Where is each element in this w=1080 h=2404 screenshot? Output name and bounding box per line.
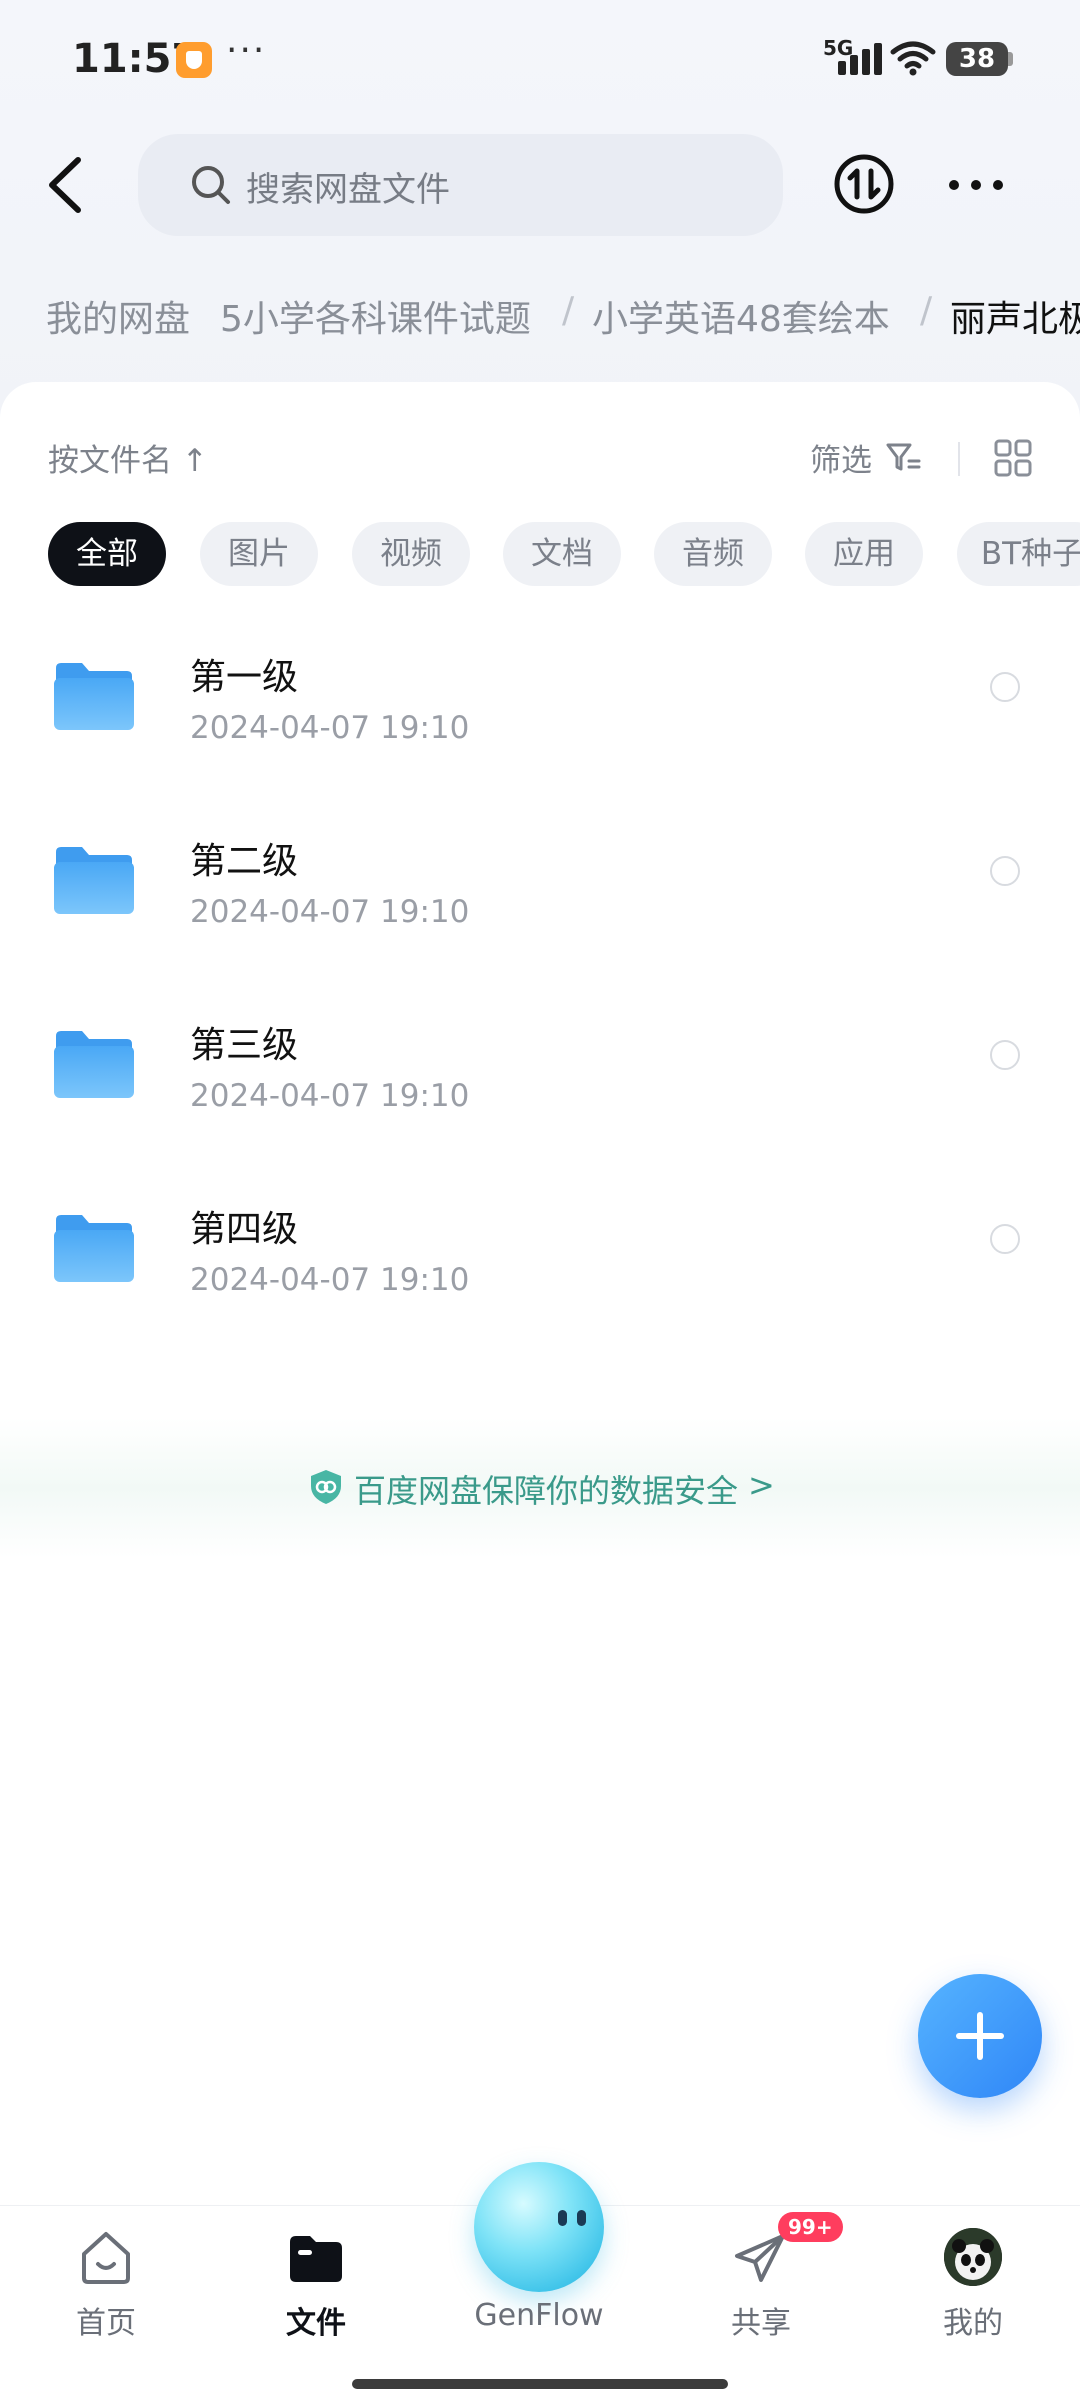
- filter-icon[interactable]: [885, 441, 921, 475]
- avatar[interactable]: [944, 2228, 1002, 2286]
- file-name: 第三级: [190, 1025, 299, 1066]
- search-bar[interactable]: 搜索网盘文件: [138, 134, 783, 236]
- more-notifications-icon: ···: [226, 30, 267, 71]
- battery-indicator: 38: [946, 42, 1008, 76]
- folder-icon: [290, 2236, 342, 2282]
- folder-icon: [54, 1215, 134, 1282]
- signal-bar-icon: [838, 61, 846, 75]
- select-radio[interactable]: [990, 1224, 1020, 1254]
- tab-label: 共享: [731, 2306, 791, 2341]
- battery-tip: [1008, 52, 1013, 66]
- more-options-icon[interactable]: [944, 165, 1008, 205]
- file-name: 第四级: [190, 1209, 299, 1250]
- chip-audio[interactable]: 音频: [654, 522, 772, 586]
- search-placeholder: 搜索网盘文件: [246, 170, 450, 210]
- breadcrumb-item-current: 丽声北极: [950, 299, 1080, 340]
- select-radio[interactable]: [990, 672, 1020, 702]
- chip-apps[interactable]: 应用: [805, 522, 923, 586]
- tab-label: GenFlow: [474, 2298, 604, 2333]
- tab-home[interactable]: 首页: [36, 2220, 176, 2360]
- tab-genflow[interactable]: GenFlow: [469, 2220, 609, 2360]
- file-row[interactable]: 第一级 2024-04-07 19:10: [0, 620, 1080, 804]
- chip-all[interactable]: 全部: [48, 522, 166, 586]
- home-indicator: [352, 2379, 728, 2389]
- file-name: 第二级: [190, 841, 299, 882]
- breadcrumb-item-root[interactable]: 我的网盘: [46, 290, 190, 342]
- notification-app-icon: [176, 42, 212, 78]
- breadcrumb: 我的网盘 5小学各科课件试题 / 小学英语48套绘本 / 丽声北极: [0, 290, 1080, 350]
- tab-label: 文件: [286, 2306, 346, 2341]
- share-count-badge: 99+: [778, 2212, 843, 2242]
- breadcrumb-separator: /: [920, 290, 933, 331]
- breadcrumb-separator: /: [562, 290, 575, 331]
- folder-icon: [54, 1031, 134, 1098]
- shield-icon: [311, 1470, 341, 1504]
- file-date: 2024-04-07 19:10: [190, 894, 470, 930]
- file-row[interactable]: 第三级 2024-04-07 19:10: [0, 988, 1080, 1172]
- signal-bar-icon: [850, 55, 858, 75]
- network-type: 5G: [823, 36, 854, 60]
- file-date: 2024-04-07 19:10: [190, 1078, 470, 1114]
- file-name: 第一级: [190, 657, 299, 698]
- home-icon: [82, 2232, 130, 2284]
- toolbar-divider: [958, 442, 960, 476]
- folder-icon: [54, 663, 134, 730]
- tab-files[interactable]: 文件: [246, 2220, 386, 2360]
- panda-avatar-icon: [944, 2228, 1002, 2286]
- file-row[interactable]: 第四级 2024-04-07 19:10: [0, 1172, 1080, 1356]
- wifi-icon: [890, 41, 936, 76]
- chevron-right-icon[interactable]: >: [748, 1466, 775, 1504]
- select-radio[interactable]: [990, 1040, 1020, 1070]
- select-radio[interactable]: [990, 856, 1020, 886]
- transfer-list-icon[interactable]: [833, 153, 895, 215]
- folder-icon: [54, 847, 134, 914]
- chip-videos[interactable]: 视频: [352, 522, 470, 586]
- add-button[interactable]: [918, 1974, 1042, 2098]
- chip-bt-seeds[interactable]: BT种子: [957, 522, 1080, 586]
- sort-by-name-button[interactable]: 按文件名 ↑: [48, 435, 208, 480]
- chip-documents[interactable]: 文档: [503, 522, 621, 586]
- file-date: 2024-04-07 19:10: [190, 1262, 470, 1298]
- file-date: 2024-04-07 19:10: [190, 710, 470, 746]
- filter-button[interactable]: 筛选: [810, 435, 872, 480]
- chip-images[interactable]: 图片: [200, 522, 318, 586]
- tab-label: 我的: [943, 2306, 1003, 2341]
- file-row[interactable]: 第二级 2024-04-07 19:10: [0, 804, 1080, 988]
- breadcrumb-item-subjects[interactable]: 5小学各科课件试题: [220, 290, 531, 342]
- search-icon: [192, 166, 230, 204]
- breadcrumb-item-english[interactable]: 小学英语48套绘本: [592, 290, 890, 342]
- signal-bar-icon: [874, 43, 882, 75]
- signal-bar-icon: [862, 49, 870, 75]
- tab-label: 首页: [76, 2306, 136, 2341]
- back-arrow-icon[interactable]: [38, 152, 98, 218]
- security-banner-link[interactable]: 百度网盘保障你的数据安全: [354, 1466, 738, 1512]
- grid-view-icon[interactable]: [993, 438, 1033, 478]
